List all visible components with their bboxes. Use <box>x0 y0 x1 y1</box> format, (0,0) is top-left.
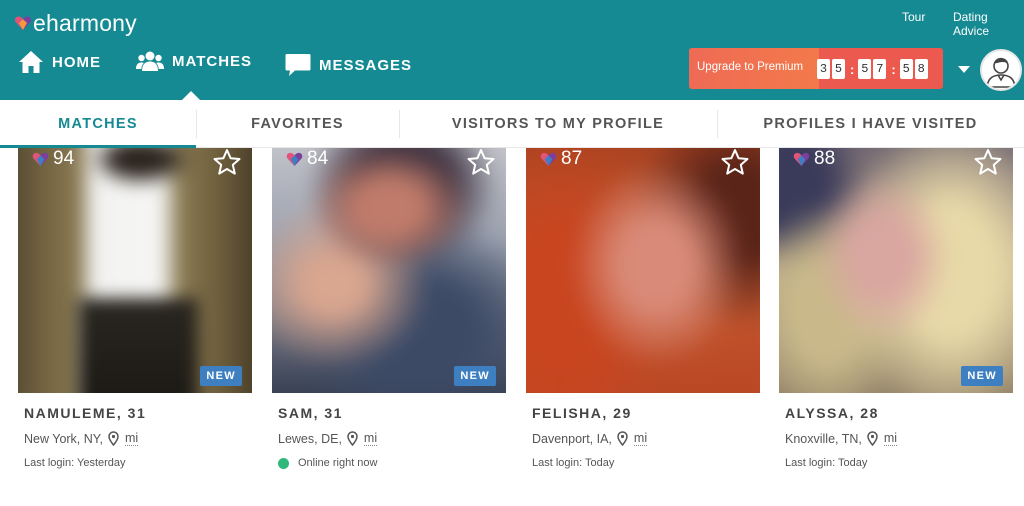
last-login-text: Last login: Yesterday <box>24 457 126 469</box>
match-name[interactable]: ALYSSA, 28 <box>785 405 1013 421</box>
eharmony-logo[interactable]: eharmony <box>14 9 137 37</box>
favorite-star-icon[interactable] <box>466 148 496 176</box>
match-name[interactable]: NAMULEME, 31 <box>24 405 252 421</box>
compatibility-score: 84 <box>286 148 328 170</box>
match-location: Lewes, DE, mi <box>278 431 506 446</box>
compatibility-heart-icon <box>32 152 49 167</box>
compatibility-score: 94 <box>32 148 74 170</box>
match-card[interactable]: 94 NEW NAMULEME, 31 New York, NY, mi Las… <box>18 148 252 469</box>
compatibility-heart-icon <box>286 152 303 167</box>
compatibility-score: 88 <box>793 148 835 170</box>
match-photo[interactable]: 84 NEW <box>272 148 506 393</box>
tour-link[interactable]: Tour <box>902 10 925 24</box>
dating-advice-link[interactable]: Dating Advice <box>953 10 1024 38</box>
location-pin-icon <box>108 431 119 446</box>
last-login: Last login: Today <box>785 457 1013 469</box>
location-text: Davenport, IA, <box>532 431 612 446</box>
score-value: 84 <box>307 148 329 169</box>
nav-matches[interactable]: MATCHES <box>136 50 252 72</box>
online-status-text: Online right now <box>298 457 378 469</box>
match-name[interactable]: FELISHA, 29 <box>532 405 760 421</box>
last-login: Last login: Yesterday <box>24 457 252 469</box>
blurred-photo <box>779 148 1013 393</box>
match-location: Knoxville, TN, mi <box>785 431 1013 446</box>
new-badge: NEW <box>454 366 496 386</box>
score-value: 87 <box>561 148 583 169</box>
timer-digit: 5 <box>899 59 913 79</box>
nav-home-label: HOME <box>52 53 101 71</box>
distance-unit[interactable]: mi <box>124 431 139 446</box>
upgrade-premium-button[interactable]: Upgrade to Premium 3 5 : 5 7 : 5 8 <box>689 48 943 89</box>
location-pin-icon <box>617 431 628 446</box>
score-value: 94 <box>53 148 75 169</box>
match-photo[interactable]: 87 <box>526 148 760 393</box>
blurred-photo <box>526 148 760 393</box>
blurred-photo <box>272 148 506 393</box>
upgrade-premium-label: Upgrade to Premium <box>697 61 804 73</box>
account-dropdown-caret[interactable] <box>958 66 970 73</box>
match-card[interactable]: 88 NEW ALYSSA, 28 Knoxville, TN, mi Last… <box>779 148 1013 469</box>
last-login-text: Last login: Today <box>532 457 615 469</box>
nav-matches-label: MATCHES <box>172 52 253 70</box>
location-pin-icon <box>347 431 358 446</box>
tab-divider <box>717 110 718 138</box>
new-badge: NEW <box>200 366 242 386</box>
photo-shade <box>78 298 198 393</box>
timer-digit: 5 <box>858 59 872 79</box>
nav-messages[interactable]: MESSAGES <box>285 52 412 78</box>
timer-colon: : <box>891 61 896 77</box>
home-icon <box>19 51 43 73</box>
match-photo[interactable]: 94 NEW <box>18 148 252 393</box>
favorite-star-icon[interactable] <box>973 148 1003 176</box>
score-value: 88 <box>814 148 836 169</box>
logo-text: eharmony <box>33 9 137 36</box>
match-card[interactable]: 87 FELISHA, 29 Davenport, IA, mi Last lo… <box>526 148 760 469</box>
match-location: New York, NY, mi <box>24 431 252 446</box>
distance-unit[interactable]: mi <box>883 431 898 446</box>
nav-home[interactable]: HOME <box>18 50 101 74</box>
favorite-star-icon[interactable] <box>212 148 242 176</box>
last-login: Last login: Today <box>532 457 760 469</box>
online-status: Online right now <box>278 457 506 469</box>
tab-divider <box>196 110 197 138</box>
user-avatar-icon <box>986 57 1016 88</box>
match-card[interactable]: 84 NEW SAM, 31 Lewes, DE, mi Online righ… <box>272 148 506 469</box>
location-text: Lewes, DE, <box>278 431 342 446</box>
tab-visitors[interactable]: VISITORS TO MY PROFILE <box>399 100 717 148</box>
tab-divider <box>399 110 400 138</box>
match-location: Davenport, IA, mi <box>532 431 760 446</box>
online-indicator <box>278 457 289 469</box>
compatibility-heart-icon <box>540 152 557 167</box>
nav-messages-label: MESSAGES <box>319 56 413 74</box>
timer-digit: 5 <box>832 59 845 79</box>
new-badge: NEW <box>961 366 1003 386</box>
tab-matches[interactable]: MATCHES <box>0 100 196 148</box>
top-header: eharmony Tour Dating Advice HOME MATCHES… <box>0 0 1024 100</box>
location-text: New York, NY, <box>24 431 103 446</box>
active-nav-indicator <box>182 91 200 100</box>
match-photo[interactable]: 88 NEW <box>779 148 1013 393</box>
countdown-timer: 3 5 : 5 7 : 5 8 <box>817 59 930 79</box>
favorite-star-icon[interactable] <box>720 148 750 176</box>
last-login-text: Last login: Today <box>785 457 868 469</box>
compatibility-heart-icon <box>793 152 810 167</box>
timer-digit: 7 <box>873 59 887 79</box>
match-name[interactable]: SAM, 31 <box>278 405 506 421</box>
tab-profiles-visited[interactable]: PROFILES I HAVE VISITED <box>717 100 1024 148</box>
timer-colon: : <box>850 61 855 77</box>
heart-logo-icon <box>15 16 31 30</box>
compatibility-score: 87 <box>540 148 582 170</box>
chat-bubble-icon <box>285 54 311 76</box>
timer-digit: 8 <box>914 59 928 79</box>
location-text: Knoxville, TN, <box>785 431 862 446</box>
matches-tabs: MATCHES FAVORITES VISITORS TO MY PROFILE… <box>0 100 1024 148</box>
tab-favorites[interactable]: FAVORITES <box>196 100 399 148</box>
distance-unit[interactable]: mi <box>633 431 648 446</box>
avatar[interactable] <box>980 49 1022 91</box>
users-icon <box>136 51 164 71</box>
location-pin-icon <box>867 431 878 446</box>
timer-digit: 3 <box>817 59 830 79</box>
distance-unit[interactable]: mi <box>363 431 378 446</box>
